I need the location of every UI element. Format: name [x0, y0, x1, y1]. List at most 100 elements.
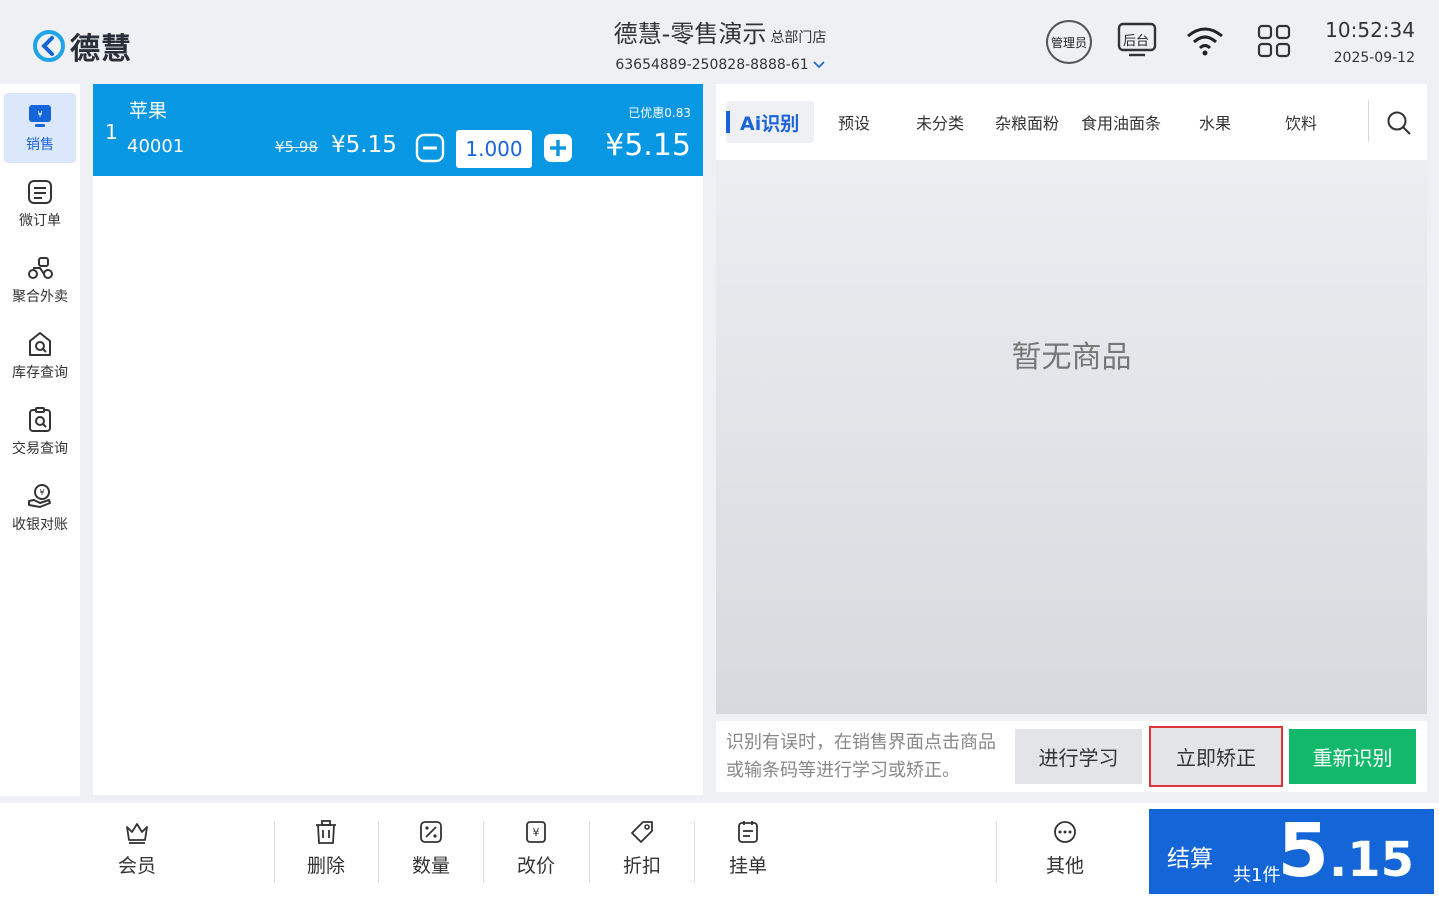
toolbar-divider: [378, 821, 379, 883]
sidebar-item-label: 交易查询: [12, 441, 68, 457]
cart-row-index: 1: [105, 120, 118, 144]
yen-tag-icon: ¥: [526, 821, 546, 843]
quantity-button[interactable]: 数量: [381, 819, 481, 885]
tab-fruit[interactable]: 水果: [1199, 101, 1231, 143]
sidebar-item-label: 聚合外卖: [12, 289, 68, 305]
toolbar-divider: [274, 821, 275, 883]
store-code: 63654889-250828-8888-61: [615, 57, 809, 73]
checkout-item-count: 共1件: [1233, 865, 1281, 886]
sidebar-item-inventory[interactable]: 库存查询: [4, 321, 76, 391]
sidebar-item-micro-order[interactable]: 微订单: [4, 169, 76, 239]
discount-button[interactable]: 折扣: [592, 819, 692, 885]
store-branch: 总部门店: [770, 30, 827, 46]
delivery-scooter-icon: [28, 257, 53, 279]
other-button[interactable]: 其他: [1015, 819, 1115, 885]
transaction-search-icon: [29, 407, 51, 432]
logo-text: 德慧: [70, 32, 132, 67]
toolbar-divider: [694, 821, 695, 883]
chevron-down-icon: [813, 61, 825, 69]
store-info[interactable]: 德慧-零售演示 总部门店 63654889-250828-8888-61: [560, 14, 880, 73]
member-button[interactable]: 会员: [87, 819, 187, 885]
tab-drinks[interactable]: 饮料: [1285, 101, 1317, 143]
store-title: 德慧-零售演示: [613, 20, 767, 48]
cart-row-code: 40001: [127, 136, 185, 157]
category-tabs: Ai识别 预设 未分类 杂粮面粉 食用油面条 水果 饮料: [716, 84, 1427, 160]
checkout-amount-decimal: .15: [1328, 832, 1414, 888]
empty-goods-text: 暂无商品: [1011, 340, 1132, 375]
hold-order-button[interactable]: 挂单: [698, 819, 798, 885]
tab-oil-noodles[interactable]: 食用油面条: [1081, 101, 1161, 143]
discount-label: 折扣: [622, 855, 661, 877]
apps-grid-icon[interactable]: [1257, 24, 1291, 58]
price-tag-icon: [631, 821, 653, 843]
backend-label: 后台: [1123, 34, 1150, 49]
tab-uncategorized[interactable]: 未分类: [916, 101, 964, 143]
clipboard-icon: [738, 821, 758, 843]
bottom-toolbar: 会员 删除 数量 ¥ 改价 折扣 挂单 其他 结算 共1件 5.15: [0, 803, 1439, 899]
checkout-amount-integer: 5: [1277, 808, 1329, 894]
tab-ai-recognition[interactable]: Ai识别: [726, 101, 814, 143]
sidebar-item-label: 微订单: [19, 213, 61, 229]
sidebar: ¥ 销售 微订单 聚合外卖 库存查询 交易查询 ¥ 收银对账: [0, 84, 80, 796]
search-icon[interactable]: [1386, 110, 1412, 136]
quantity-plus-icon[interactable]: [543, 133, 573, 163]
sidebar-item-label: 库存查询: [12, 365, 68, 381]
cart-row[interactable]: 1 苹果 40001 已优惠0.83 ¥5.98 ¥5.15 ¥5.15: [93, 84, 703, 176]
quantity-minus-icon[interactable]: [415, 133, 445, 163]
clock-time: 10:52:34: [1325, 18, 1415, 42]
sidebar-item-sales[interactable]: ¥ 销售: [4, 93, 76, 163]
tab-divider: [1368, 100, 1369, 142]
toolbar-divider: [483, 821, 484, 883]
cart-row-original-price: ¥5.98: [275, 138, 318, 156]
member-label: 会员: [117, 855, 156, 877]
delete-button[interactable]: 删除: [276, 819, 376, 885]
store-code-dropdown[interactable]: 63654889-250828-8888-61: [560, 57, 880, 73]
percent-box-icon: [420, 821, 442, 843]
order-list-icon: [28, 180, 52, 204]
sidebar-item-reconcile[interactable]: ¥ 收银对账: [4, 473, 76, 543]
toolbar-divider: [996, 821, 997, 883]
change-price-label: 改价: [516, 855, 555, 877]
cart-row-discount: 已优惠0.83: [628, 106, 691, 120]
logo-icon: [33, 30, 65, 62]
more-dots-icon: [1054, 821, 1076, 843]
sidebar-item-label: 收银对账: [12, 517, 68, 533]
learn-button[interactable]: 进行学习: [1015, 729, 1142, 784]
quantity-input[interactable]: [456, 130, 532, 168]
quantity-label: 数量: [411, 855, 450, 877]
clock-date: 2025-09-12: [1333, 50, 1415, 66]
sales-monitor-icon: ¥: [29, 105, 51, 127]
ai-hint-text: 识别有误时，在销售界面点击商品或输条码等进行学习或矫正。: [726, 732, 996, 781]
checkout-amount: 5.15: [1277, 809, 1414, 899]
tab-preset[interactable]: 预设: [838, 101, 870, 143]
change-price-button[interactable]: ¥ 改价: [486, 819, 586, 885]
crown-icon: [126, 823, 148, 844]
cart-row-unit-price: ¥5.15: [331, 132, 397, 158]
re-recognize-button[interactable]: 重新识别: [1289, 729, 1416, 784]
checkout-label: 结算: [1167, 846, 1213, 872]
checkout-button[interactable]: 结算 共1件 5.15: [1149, 809, 1434, 894]
sidebar-item-delivery[interactable]: 聚合外卖: [4, 245, 76, 315]
svg-text:¥: ¥: [39, 488, 44, 497]
delete-label: 删除: [306, 855, 345, 877]
header-bar: 德慧 德慧-零售演示 总部门店 63654889-250828-8888-61 管…: [0, 0, 1439, 84]
reconcile-coin-icon: ¥: [28, 484, 51, 508]
hold-order-label: 挂单: [728, 855, 767, 877]
goods-panel: Ai识别 预设 未分类 杂粮面粉 食用油面条 水果 饮料 暂无商品: [716, 84, 1427, 714]
admin-button[interactable]: 管理员: [1046, 20, 1092, 64]
correct-now-button[interactable]: 立即矫正: [1149, 726, 1283, 787]
other-label: 其他: [1045, 855, 1084, 877]
sidebar-item-label: 销售: [26, 137, 54, 153]
cart-row-name: 苹果: [129, 100, 168, 122]
sidebar-item-transactions[interactable]: 交易查询: [4, 397, 76, 467]
cart-row-total: ¥5.15: [605, 128, 691, 163]
clock: 10:52:34 2025-09-12: [1325, 18, 1415, 66]
svg-text:¥: ¥: [533, 826, 540, 839]
logo: 德慧: [32, 24, 132, 68]
toolbar-divider: [589, 821, 590, 883]
admin-label: 管理员: [1050, 35, 1087, 50]
wifi-icon[interactable]: [1185, 26, 1225, 56]
tab-grain-flour[interactable]: 杂粮面粉: [995, 101, 1059, 143]
backend-button[interactable]: 后台: [1117, 22, 1157, 62]
trash-icon: [316, 820, 336, 844]
